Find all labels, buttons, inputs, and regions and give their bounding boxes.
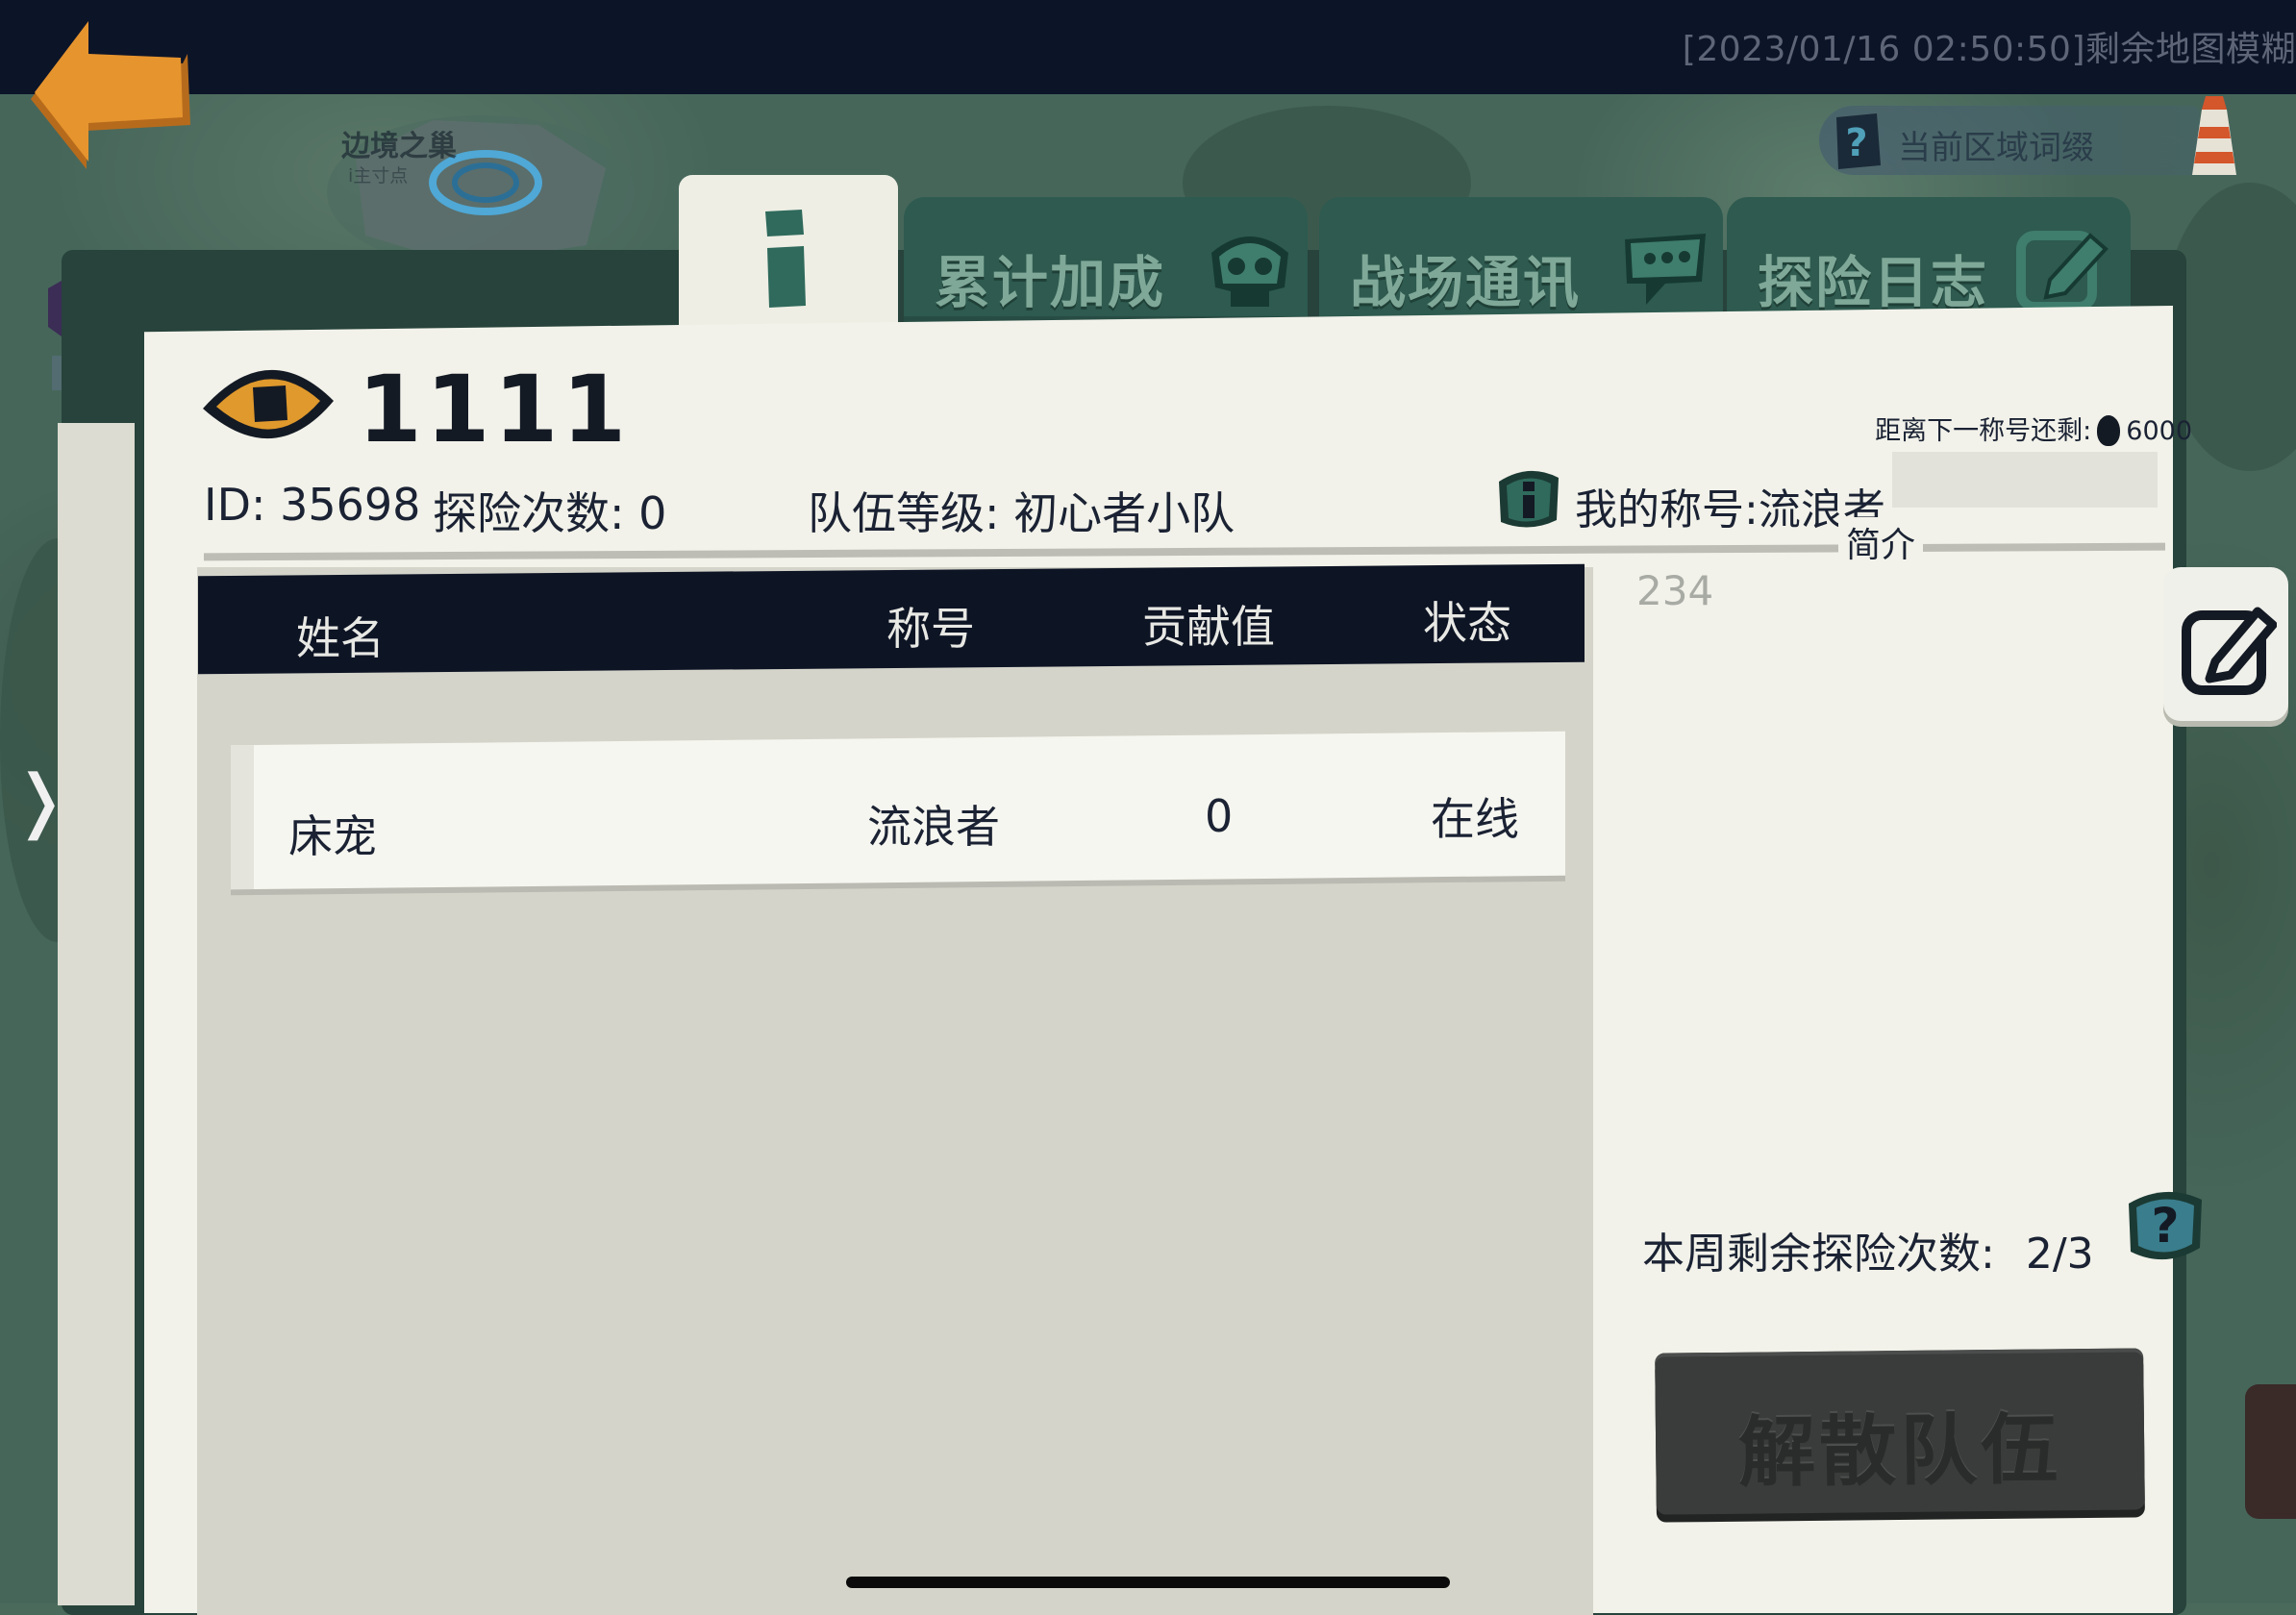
expand-arrow-icon[interactable]: ❭ xyxy=(12,759,69,840)
lighthouse-icon[interactable] xyxy=(2181,94,2248,179)
map-node-sublabel: i主寸点 xyxy=(348,165,409,186)
team-level: 队伍等级: 初心者小队 xyxy=(808,487,1235,539)
edit-icon xyxy=(2016,231,2109,311)
edit-icon xyxy=(2182,607,2277,695)
disband-team-button[interactable]: 解散队伍 xyxy=(1655,1348,2145,1515)
member-title: 流浪者 xyxy=(867,801,1000,853)
intro-text: 234 xyxy=(1636,567,1714,614)
intro-label: 简介 xyxy=(1838,517,1924,567)
tab-cumulative-bonus[interactable]: 累计加成 xyxy=(904,197,1308,322)
info-icon xyxy=(765,210,806,308)
skull-icon xyxy=(1211,236,1288,307)
team-name: 1111 xyxy=(358,356,631,463)
chat-bubble-icon xyxy=(1625,234,1706,305)
team-id: ID: 35698 xyxy=(204,479,421,531)
header-status: 状态 xyxy=(1423,597,1511,649)
header-title: 称号 xyxy=(886,603,975,655)
home-indicator[interactable] xyxy=(846,1577,1450,1588)
map-node-label: 边境之巢 xyxy=(341,130,457,163)
disband-label: 解散队伍 xyxy=(1737,1404,2062,1498)
back-button[interactable] xyxy=(29,17,197,171)
next-title-label: 距离下一称号还剩: xyxy=(1875,416,2092,446)
question-icon: ? xyxy=(1836,113,1881,169)
member-status: 在线 xyxy=(1431,793,1519,845)
back-arrow-icon xyxy=(31,21,190,169)
tab-team-info[interactable] xyxy=(679,175,898,334)
region-affix-label: 当前区域词缀 xyxy=(1898,129,2094,167)
weekly-remaining: 本周剩余探险次数: 2/3 xyxy=(1642,1219,2094,1280)
tab-label: 累计加成 xyxy=(935,250,1166,315)
coin-icon xyxy=(2097,414,2121,446)
member-table xyxy=(197,567,1593,1615)
next-title-value: 6000 xyxy=(2126,416,2192,446)
expedition-count: 探险次数: 0 xyxy=(433,487,667,539)
right-edge-button[interactable] xyxy=(2245,1384,2296,1519)
next-title-progress: 距离下一称号还剩: 6000 xyxy=(1875,410,2192,450)
weekly-value: 2/3 xyxy=(2025,1230,2094,1279)
title-field[interactable] xyxy=(1892,452,2158,508)
eye-icon xyxy=(203,369,334,439)
member-contribution: 0 xyxy=(1205,790,1234,842)
timestamp-text: [2023/01/16 02:50:50]剩余地图模糊 xyxy=(1682,30,2296,69)
edit-intro-button[interactable] xyxy=(2163,567,2288,721)
panel-side xyxy=(58,423,135,1605)
svg-text:?: ? xyxy=(2151,1198,2179,1254)
tab-expedition-log[interactable]: 探险日志 xyxy=(1727,197,2131,322)
tab-label: 战场通讯 xyxy=(1350,250,1582,315)
question-icon[interactable]: ? xyxy=(2123,1184,2208,1267)
svg-text:?: ? xyxy=(1845,121,1867,165)
tab-label: 探险日志 xyxy=(1758,250,1989,315)
weekly-label: 本周剩余探险次数: xyxy=(1642,1230,1995,1279)
title-info-icon xyxy=(1499,470,1559,528)
header-name: 姓名 xyxy=(296,612,385,664)
region-affix-button[interactable]: ? 当前区域词缀 xyxy=(1819,106,2200,175)
top-bar: [2023/01/16 02:50:50]剩余地图模糊 xyxy=(0,0,2296,94)
member-name: 床宠 xyxy=(288,810,377,862)
tab-battle-comms[interactable]: 战场通讯 xyxy=(1319,197,1723,322)
header-contribution: 贡献值 xyxy=(1142,601,1275,653)
